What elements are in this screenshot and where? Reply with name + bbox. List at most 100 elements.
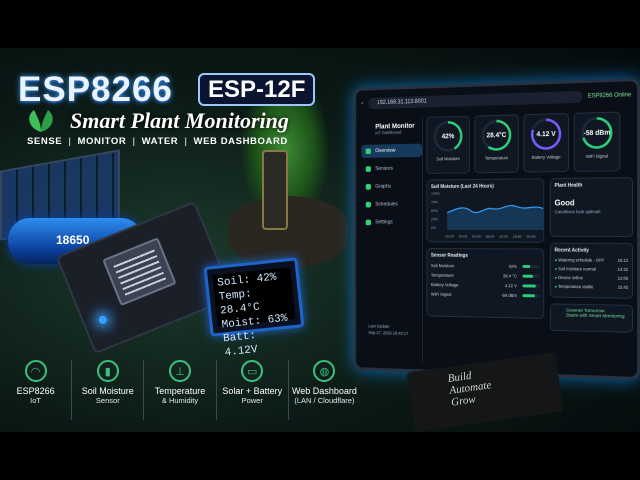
feature-subtitle: (LAN / Cloudflare) [294,396,354,405]
y-tick: 50% [431,209,438,213]
gauge-value: 42% [442,133,455,140]
nav-overview[interactable]: Overview [361,144,422,158]
gauge-ring: 28.4°C [482,119,512,151]
feature-subtitle: IoT [30,396,41,405]
feature-item: ⊥ Temperature & Humidity [144,360,216,420]
reading-label: WiFi Signal [431,292,451,297]
thermometer-icon: ⊥ [169,360,191,382]
reading-bar [523,265,540,268]
letterbox-top [0,0,640,48]
feature-title: Temperature [155,386,206,396]
gauge-ring: 42% [434,121,463,152]
reading-value: 28.4 °C [503,274,517,279]
battery-icon: ▭ [241,360,263,382]
activity-title: Recent Activity [555,248,629,254]
x-tick: 20:00 [527,235,536,239]
moisture-chart-panel: Soil Moisture (Last 24 Hours) 100% 75% 5… [426,178,544,243]
feature-item: ▮ Soil Moisture Sensor [72,360,144,420]
promo-line2: Starts with Smart Monitoring [566,314,628,320]
nav-schedules[interactable]: Schedules [361,198,422,212]
last-update: Last Update Sep 27, 2026 19:42:17 [368,323,408,337]
tagline-item: WATER [142,136,179,147]
x-tick: 00:00 [459,235,468,239]
feature-item: ▭ Solar + Battery Power [217,360,289,420]
nav-graphs[interactable]: Graphs [361,180,422,194]
letterbox-bottom [0,432,640,480]
gauge-label: Soil Moisture [436,156,459,161]
reading-bar [523,275,540,278]
reading-value: 4.12 V [505,283,517,288]
gauge-card: 4.12 V Battery Voltage [523,113,568,173]
feature-subtitle: Power [242,396,263,405]
gauge-label: Temperature [485,155,508,160]
activity-item: Device online12:05 [555,275,629,281]
oled-line: Batt: 4.12V [223,325,296,360]
feature-item: ◍ Web Dashboard (LAN / Cloudflare) [289,360,360,420]
tagline-item: MONITOR [77,136,126,147]
soil-icon: ▮ [97,360,119,382]
activity-item: Temperature stable15:45 [555,284,629,290]
gauge-value: 28.4°C [487,132,507,139]
y-tick: 75% [431,200,438,204]
back-icon[interactable]: ‹ [361,101,363,107]
dashboard-main: 42% Soil Moisture 28.4°C Temperature 4.12 … [426,111,631,368]
moisture-line-chart [447,191,543,230]
feature-subtitle: Sensor [96,396,120,405]
reading-label: Battery Voltage [431,282,459,287]
oled-screen: Soil: 42% Temp: 28.4°C Moist: 63% Batt: … [212,267,295,327]
gauge-card: -58 dBm WiFi Signal [574,112,621,172]
x-tick: 16:00 [513,235,522,239]
online-status: ESP8266 Online [588,92,631,99]
reading-row: Battery Voltage 4.12 V [431,282,540,288]
reading-label: Temperature [431,273,454,278]
feature-title: Solar + Battery [222,386,282,396]
feature-subtitle: & Humidity [162,396,198,405]
model-badge: ESP-12F [198,73,315,106]
recent-activity-panel: Recent Activity Watering schedule - OFF1… [550,243,633,299]
x-tick: 04:00 [472,235,481,239]
browser-bar: ‹ 192.168.31.113:8001 ESP8266 Online [361,85,631,113]
brand-subtitle: IoT Dashboard [375,129,422,135]
reading-value: 42% [508,264,516,269]
dashboard-tablet: ‹ 192.168.31.113:8001 ESP8266 Online Pla… [354,78,640,380]
health-title: Plant Health [555,182,629,189]
nav-settings[interactable]: Settings [361,216,422,229]
esp12f-chip [102,237,176,306]
thumbnail-canvas: 18650 Soil: 42% Temp: 28.4°C Moist: 63% … [0,0,640,480]
sidebar-nav: Overview Sensors Graphs Schedules Settin… [361,144,422,229]
reading-label: Soil Moisture [431,263,454,268]
sensor-readings-panel: Sensor Readings Soil Moisture 42% Tempera… [426,248,544,319]
y-tick: 0% [431,226,436,230]
reading-value: -58 dBm [501,293,517,298]
main-title: ESP8266 [18,70,173,110]
tagline-item: WEB DASHBOARD [194,136,288,147]
x-tick: 20:00 [445,235,454,239]
chart-title: Soil Moisture (Last 24 Hours) [431,183,540,190]
url-field[interactable]: 192.168.31.113:8001 [368,91,582,109]
y-tick: 25% [431,218,438,222]
gauge-label: WiFi Signal [586,154,608,159]
gauge-value: -58 dBm [584,129,611,137]
x-tick: 08:00 [486,235,495,239]
last-update-value: Sep 27, 2026 19:42:17 [368,329,408,337]
feature-title: Web Dashboard [292,386,357,396]
gauge-ring: 4.12 V [531,118,561,150]
subtitle: Smart Plant Monitoring [70,108,289,134]
activity-item: Soil moisture normal14:32 [555,266,629,272]
oled-display: Soil: 42% Temp: 28.4°C Moist: 63% Batt: … [204,257,305,336]
feature-title: Soil Moisture [82,386,134,396]
plant-health-panel: Plant Health Good Conditions look optima… [550,177,633,237]
gauge-card: 42% Soil Moisture [426,116,469,174]
gauge-label: Battery Voltage [532,154,561,159]
soil-moisture-probe [262,150,288,230]
gauge-card: 28.4°C Temperature [474,114,518,173]
reading-bar [523,294,540,297]
tagline-item: SENSE [27,136,62,147]
leaf-icon [22,106,60,134]
reading-row: Temperature 28.4 °C [431,273,540,279]
nav-sensors[interactable]: Sensors [361,162,422,176]
reading-row: WiFi Signal -58 dBm [431,292,540,299]
x-tick: 12:00 [499,235,508,239]
gauge-ring: -58 dBm [581,117,612,149]
feature-title: ESP8266 [17,386,55,396]
